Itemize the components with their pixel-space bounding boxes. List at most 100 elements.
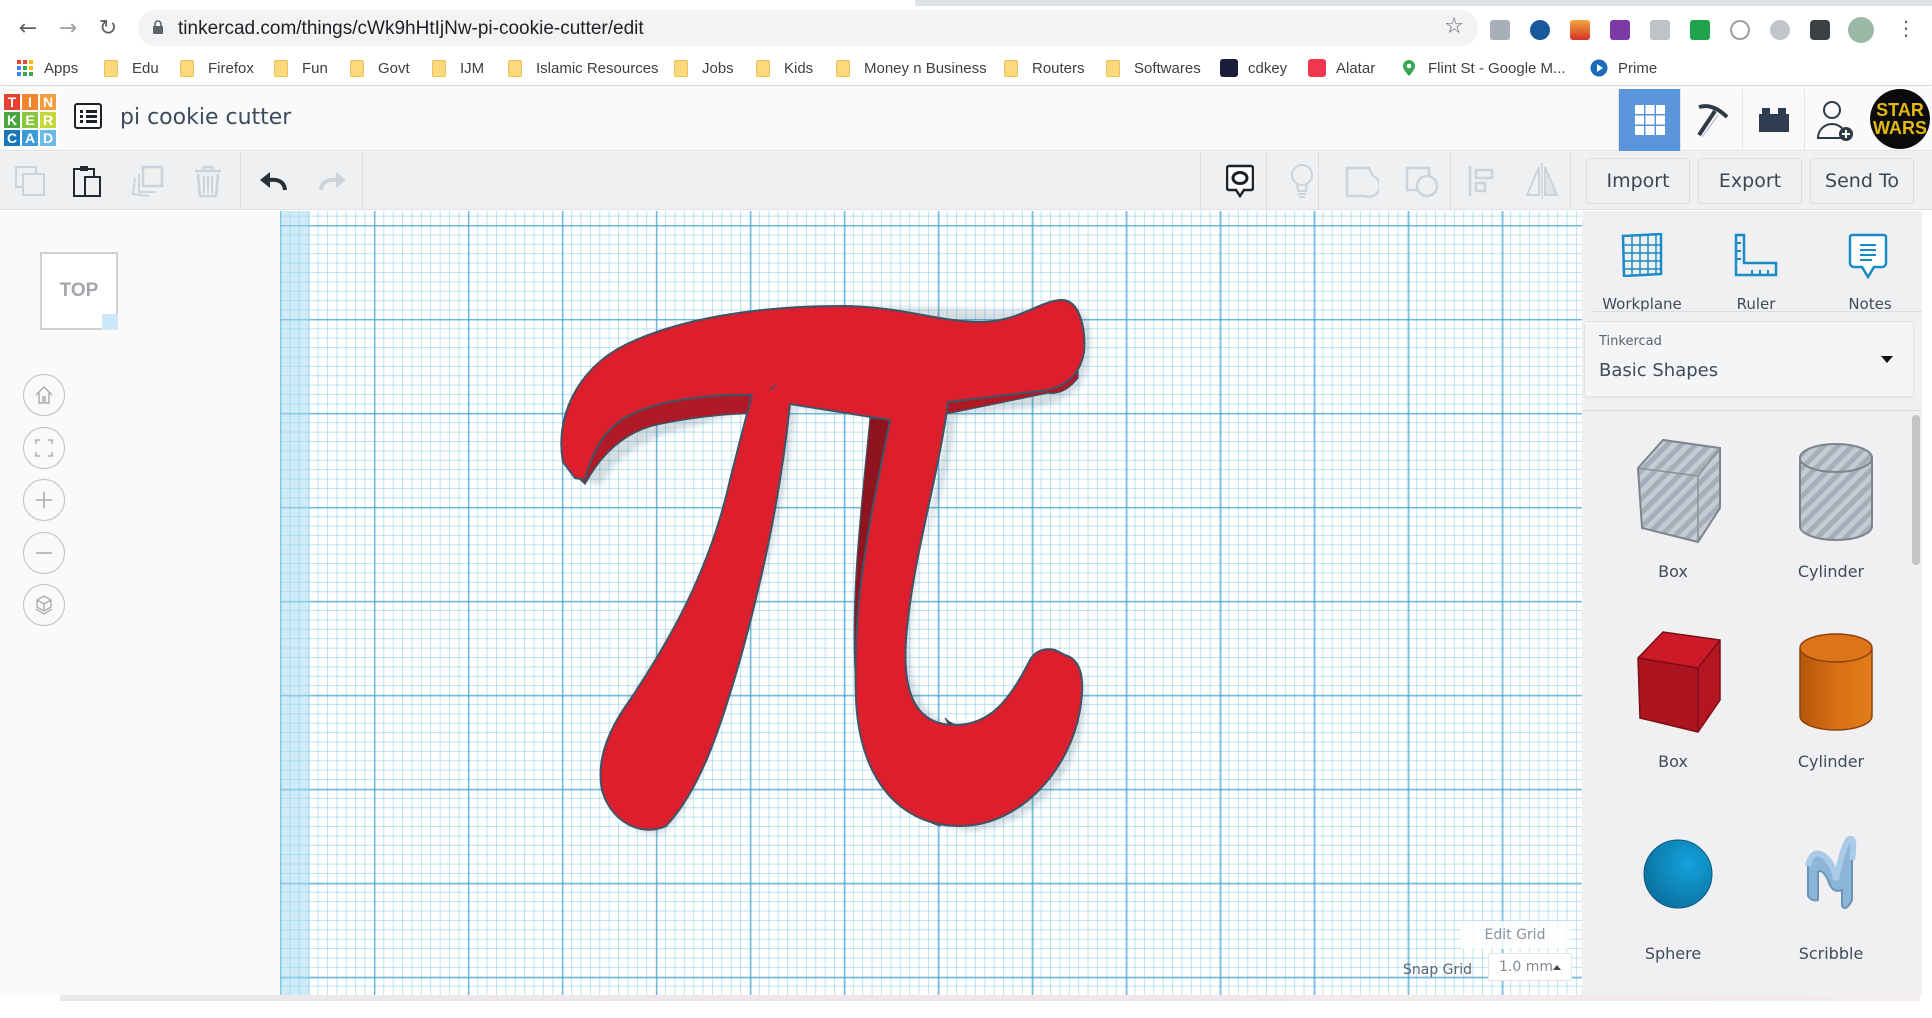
toolbar-divider <box>1200 152 1201 210</box>
extension-gamepad-icon[interactable] <box>1530 20 1550 40</box>
mirror-button[interactable] <box>1520 160 1564 202</box>
bookmark-folder-islamic-resources[interactable]: Islamic Resources <box>508 58 659 78</box>
edit-grid-button[interactable]: Edit Grid <box>1460 921 1570 949</box>
bookmark-folder-softwares[interactable]: Softwares <box>1106 58 1201 78</box>
bookmark-star-icon[interactable]: ☆ <box>1444 14 1464 39</box>
notes-tool[interactable]: Notes <box>1820 225 1920 315</box>
extension-az-pro-icon[interactable] <box>1570 20 1590 40</box>
pi-shape[interactable] <box>280 211 1582 995</box>
fit-view-button[interactable] <box>23 427 65 469</box>
bookmark-alatar[interactable]: Alatar <box>1308 58 1375 78</box>
bookmark-apps[interactable]: Apps <box>16 58 78 78</box>
logo-letter: D <box>39 129 57 147</box>
shapes-scrollbar[interactable] <box>1912 415 1920 565</box>
bookmark-folder-routers[interactable]: Routers <box>1004 58 1085 78</box>
shape-cylinder-hole[interactable]: Cylinder <box>1766 428 1896 598</box>
forward-icon[interactable]: → <box>54 14 82 42</box>
bookmark-label: Routers <box>1032 59 1085 77</box>
workplane-icon <box>1621 233 1663 277</box>
bookmark-folder-ijm[interactable]: IJM <box>432 58 484 78</box>
workplane-tool[interactable]: Workplane <box>1592 225 1692 315</box>
view-cube-corner[interactable] <box>102 314 118 330</box>
shape-label: Cylinder <box>1797 752 1865 771</box>
ruler-icon <box>1734 233 1778 277</box>
send-to-button[interactable]: Send To <box>1810 158 1914 204</box>
extension-js-icon[interactable] <box>1490 20 1510 40</box>
extension-onenote-icon[interactable] <box>1610 20 1630 40</box>
shape-box-hole[interactable]: Box <box>1608 428 1738 598</box>
back-icon[interactable]: ← <box>14 14 42 42</box>
bookmark-label: Kids <box>784 59 814 77</box>
bookmark-folder-fun[interactable]: Fun <box>274 58 328 78</box>
shape-scribble[interactable]: Scribble <box>1766 810 1896 980</box>
bookmark-folder-kids[interactable]: Kids <box>756 58 813 78</box>
align-icon <box>1468 166 1494 196</box>
horizontal-scrollbar[interactable] <box>60 995 1920 1001</box>
delete-button[interactable] <box>186 160 230 202</box>
browser-menu-icon[interactable]: ⋮ <box>1892 14 1920 42</box>
bookmark-prime[interactable]: Prime <box>1590 58 1657 78</box>
paste-button[interactable] <box>66 160 110 202</box>
bricks-view-button[interactable] <box>1742 89 1804 151</box>
redo-button[interactable] <box>311 160 355 202</box>
design-title[interactable]: pi cookie cutter <box>120 105 291 130</box>
copy-button[interactable] <box>8 160 52 202</box>
align-button[interactable] <box>1460 160 1504 202</box>
trash-icon <box>195 165 221 198</box>
duplicate-button[interactable] <box>126 160 170 202</box>
zoom-in-button[interactable] <box>23 479 65 521</box>
zoom-out-button[interactable] <box>23 532 65 574</box>
toolbar-divider <box>1450 152 1451 210</box>
view-cube[interactable]: TOP <box>40 252 118 330</box>
show-notes-icon <box>1226 164 1254 198</box>
logo-letter: A <box>21 129 39 147</box>
ungroup-button[interactable] <box>1400 160 1444 202</box>
bookmark-cdkey[interactable]: cdkey <box>1220 58 1287 78</box>
toolbar-divider <box>1266 152 1267 210</box>
address-bar[interactable]: tinkercad.com/things/cWk9hHtIjNw-pi-cook… <box>138 10 1478 46</box>
extension-g-icon[interactable] <box>1770 20 1790 40</box>
user-avatar[interactable]: STAR WARS <box>1870 89 1930 149</box>
extension-r-icon[interactable] <box>1650 20 1670 40</box>
reload-icon[interactable]: ↻ <box>94 14 122 42</box>
bookmark-folder-edu[interactable]: Edu <box>104 58 159 78</box>
design-list-icon[interactable] <box>74 103 102 129</box>
logo-letter: E <box>21 111 39 129</box>
shape-box[interactable]: Box <box>1608 618 1738 788</box>
home-view-button[interactable] <box>23 374 65 416</box>
tinkercad-logo[interactable]: T I N K E R C A D <box>3 93 57 147</box>
logo-letter: C <box>3 129 21 147</box>
bookmark-label: Apps <box>44 59 79 77</box>
orthographic-toggle-button[interactable] <box>23 584 65 626</box>
notes-toggle-button[interactable] <box>1218 160 1262 202</box>
shape-library-select[interactable]: Tinkercad Basic Shapes <box>1584 321 1914 397</box>
bookmark-folder-govt[interactable]: Govt <box>350 58 410 78</box>
undo-button[interactable] <box>251 160 295 202</box>
shape-cylinder[interactable]: Cylinder <box>1766 618 1896 788</box>
bookmark-folder-firefox[interactable]: Firefox <box>180 58 254 78</box>
import-button[interactable]: Import <box>1586 158 1690 204</box>
invite-user-button[interactable] <box>1804 89 1866 151</box>
bookmark-flint-st-google-maps[interactable]: Flint St - Google M... <box>1400 58 1566 78</box>
profile-avatar-icon[interactable] <box>1848 17 1874 43</box>
workplane-canvas[interactable]: ❯ <box>280 211 1582 995</box>
3d-design-view-button[interactable] <box>1618 89 1680 151</box>
minus-icon <box>36 552 52 554</box>
group-button[interactable] <box>1340 160 1384 202</box>
extensions-puzzle-icon[interactable] <box>1810 20 1830 40</box>
ruler-tool[interactable]: Ruler <box>1706 225 1806 315</box>
bookmark-label: IJM <box>460 59 485 77</box>
folder-icon <box>350 59 364 77</box>
browser-toolbar: ← → ↻ tinkercad.com/things/cWk9hHtIjNw-p… <box>0 6 1932 50</box>
bookmark-folder-jobs[interactable]: Jobs <box>674 58 734 78</box>
snap-grid-select[interactable]: 1.0 mm <box>1488 953 1572 981</box>
view-cube-face-label: TOP <box>59 280 99 301</box>
folder-icon <box>1004 59 1018 77</box>
shape-sphere[interactable]: Sphere <box>1608 810 1738 980</box>
extension-checkmark-icon[interactable] <box>1690 20 1710 40</box>
bookmark-folder-money-n-business[interactable]: Money n Business <box>836 58 987 78</box>
export-button[interactable]: Export <box>1698 158 1802 204</box>
blocks-view-button[interactable] <box>1680 89 1742 151</box>
grid-view-icon <box>1634 105 1665 135</box>
extension-circle-icon[interactable] <box>1730 20 1750 40</box>
